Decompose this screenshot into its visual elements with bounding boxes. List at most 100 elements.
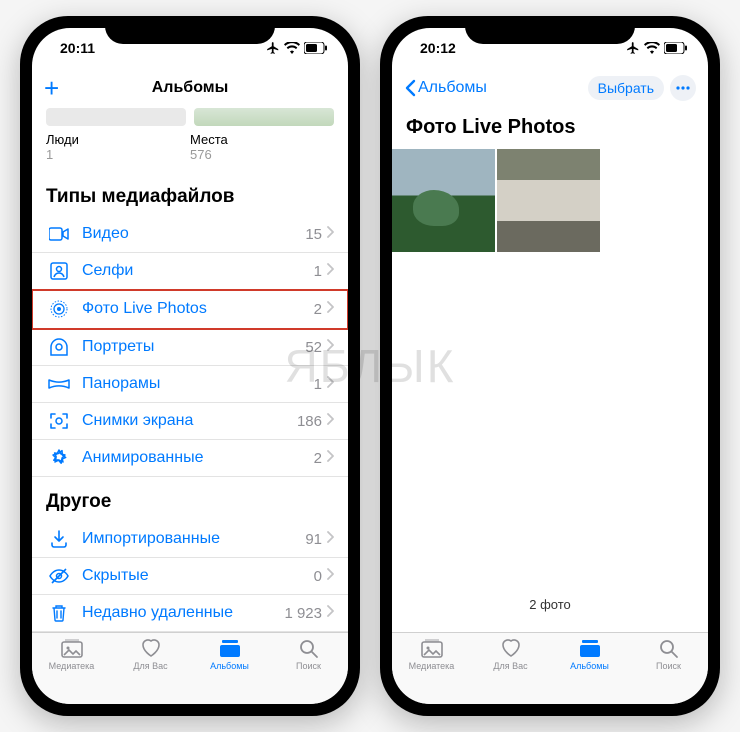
pano-icon bbox=[46, 378, 72, 390]
media-count: 1 bbox=[314, 376, 322, 393]
tab-library-label: Медиатека bbox=[49, 661, 95, 671]
more-button[interactable] bbox=[670, 75, 696, 101]
status-time: 20:11 bbox=[60, 40, 95, 56]
tab-library-label: Медиатека bbox=[409, 661, 455, 671]
chevron-right-icon bbox=[326, 262, 334, 280]
foryou-icon bbox=[498, 637, 524, 659]
chevron-right-icon bbox=[326, 449, 334, 467]
tab-library[interactable]: Медиатека bbox=[32, 637, 111, 704]
media-label: Фото Live Photos bbox=[82, 300, 314, 318]
tab-search[interactable]: Поиск bbox=[269, 637, 348, 704]
people-thumb[interactable] bbox=[46, 108, 186, 126]
media-label: Видео bbox=[82, 225, 305, 243]
section-other: Другое bbox=[32, 477, 348, 521]
wifi-icon bbox=[284, 42, 300, 54]
other-count: 91 bbox=[305, 531, 322, 548]
chevron-right-icon bbox=[326, 412, 334, 430]
other-count: 0 bbox=[314, 568, 322, 585]
tab-search-label: Поиск bbox=[296, 661, 321, 671]
status-icons bbox=[266, 41, 328, 55]
photo-thumb-2[interactable] bbox=[497, 149, 600, 252]
chevron-right-icon bbox=[326, 567, 334, 585]
back-button[interactable]: Альбомы bbox=[404, 79, 487, 97]
media-count: 2 bbox=[314, 301, 322, 318]
media-count: 15 bbox=[305, 226, 322, 243]
photo-count: 2 фото bbox=[392, 577, 708, 632]
hidden-icon bbox=[46, 568, 72, 584]
places-thumb[interactable] bbox=[194, 108, 334, 126]
other-row-trash[interactable]: Недавно удаленные1 923 bbox=[32, 595, 348, 632]
media-count: 1 bbox=[314, 263, 322, 280]
album-title: Фото Live Photos bbox=[392, 108, 708, 149]
tab-library[interactable]: Медиатека bbox=[392, 637, 471, 704]
media-row-screenshot[interactable]: Снимки экрана186 bbox=[32, 403, 348, 440]
media-count: 186 bbox=[297, 413, 322, 430]
phone-right: 20:12 Альбомы Выбрать Фото Live Photos bbox=[380, 16, 720, 716]
section-media-types: Типы медиафайлов bbox=[32, 172, 348, 216]
media-label: Снимки экрана bbox=[82, 412, 297, 430]
chevron-right-icon bbox=[326, 300, 334, 318]
selfie-icon bbox=[46, 262, 72, 280]
places-label[interactable]: Места 576 bbox=[190, 132, 334, 162]
people-label[interactable]: Люди 1 bbox=[46, 132, 190, 162]
tab-search-label: Поиск bbox=[656, 661, 681, 671]
notch bbox=[465, 16, 635, 44]
media-count: 52 bbox=[305, 339, 322, 356]
media-label: Панорамы bbox=[82, 375, 314, 393]
chevron-left-icon bbox=[404, 79, 416, 97]
tab-albums[interactable]: Альбомы bbox=[190, 637, 269, 704]
chevron-right-icon bbox=[326, 225, 334, 243]
tab-foryou[interactable]: Для Вас bbox=[111, 637, 190, 704]
select-button[interactable]: Выбрать bbox=[588, 76, 664, 100]
notch bbox=[105, 16, 275, 44]
tab-foryou[interactable]: Для Вас bbox=[471, 637, 550, 704]
search-icon bbox=[296, 637, 322, 659]
media-label: Портреты bbox=[82, 338, 305, 356]
battery-icon bbox=[304, 42, 328, 54]
media-row-live[interactable]: Фото Live Photos2 bbox=[32, 290, 348, 329]
people-title: Люди bbox=[46, 132, 190, 147]
chevron-right-icon bbox=[326, 604, 334, 622]
library-icon bbox=[419, 637, 445, 659]
content-left[interactable]: Люди 1 Места 576 Типы медиафайлов Видео1… bbox=[32, 108, 348, 632]
other-count: 1 923 bbox=[284, 605, 322, 622]
media-row-pano[interactable]: Панорамы1 bbox=[32, 366, 348, 403]
media-label: Анимированные bbox=[82, 449, 314, 467]
tab-albums[interactable]: Альбомы bbox=[550, 637, 629, 704]
photo-grid bbox=[392, 149, 708, 252]
tab-bar: Медиатека Для Вас Альбомы Поиск bbox=[392, 632, 708, 704]
album-labels: Люди 1 Места 576 bbox=[32, 132, 348, 172]
media-row-gif[interactable]: Анимированные2 bbox=[32, 440, 348, 477]
battery-icon bbox=[664, 42, 688, 54]
media-row-portrait[interactable]: Портреты52 bbox=[32, 329, 348, 366]
people-count: 1 bbox=[46, 147, 190, 162]
chevron-right-icon bbox=[326, 338, 334, 356]
trash-icon bbox=[46, 604, 72, 622]
content-right[interactable]: Фото Live Photos 2 фото bbox=[392, 108, 708, 632]
airplane-icon bbox=[626, 41, 640, 55]
media-label: Селфи bbox=[82, 262, 314, 280]
other-row-hidden[interactable]: Скрытые0 bbox=[32, 558, 348, 595]
photo-thumb-1[interactable] bbox=[392, 149, 495, 252]
search-icon bbox=[656, 637, 682, 659]
media-row-video[interactable]: Видео15 bbox=[32, 216, 348, 253]
media-row-selfie[interactable]: Селфи1 bbox=[32, 253, 348, 290]
tab-foryou-label: Для Вас bbox=[133, 661, 167, 671]
other-row-import[interactable]: Импортированные91 bbox=[32, 521, 348, 558]
status-icons bbox=[626, 41, 688, 55]
tab-foryou-label: Для Вас bbox=[493, 661, 527, 671]
screenshot-icon bbox=[46, 412, 72, 430]
places-count: 576 bbox=[190, 147, 334, 162]
video-icon bbox=[46, 226, 72, 242]
live-icon bbox=[46, 299, 72, 319]
add-button[interactable]: + bbox=[44, 73, 59, 104]
album-thumbs-row bbox=[32, 108, 348, 132]
nav-header: + Альбомы bbox=[32, 68, 348, 108]
airplane-icon bbox=[266, 41, 280, 55]
tab-search[interactable]: Поиск bbox=[629, 637, 708, 704]
chevron-right-icon bbox=[326, 375, 334, 393]
screen-left: 20:11 + Альбомы Люди 1 М bbox=[32, 28, 348, 704]
other-label: Скрытые bbox=[82, 567, 314, 585]
tab-albums-label: Альбомы bbox=[210, 661, 249, 671]
foryou-icon bbox=[138, 637, 164, 659]
